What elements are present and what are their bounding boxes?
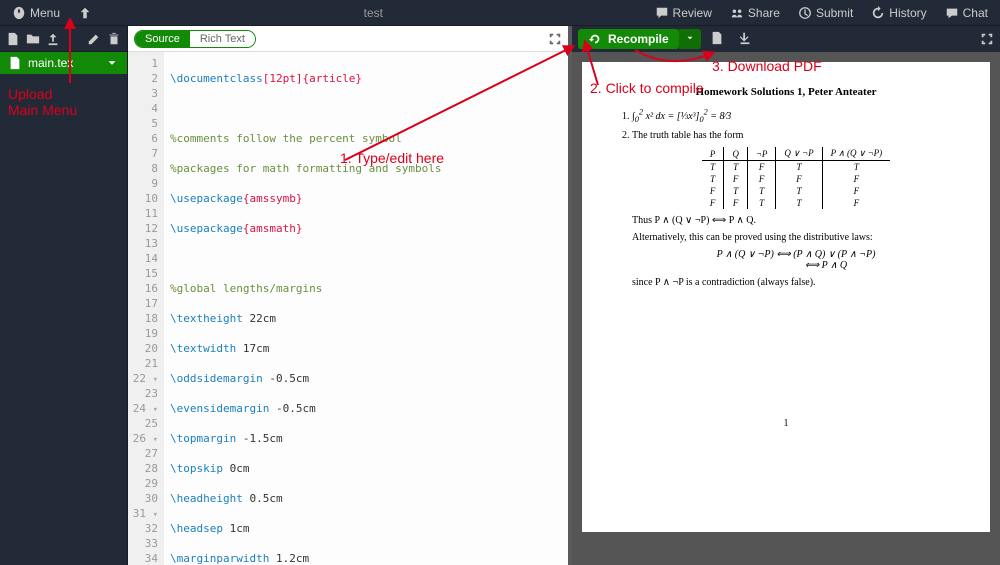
pdf-item-2: The truth table has the form PQ¬PQ ∨ ¬PP… [632,130,960,288]
new-file-icon[interactable] [6,32,20,46]
project-title: test [100,6,647,20]
page-number: 1 [612,418,960,429]
menu-label: Menu [30,6,60,20]
file-icon [8,56,22,70]
history-button[interactable]: History [863,3,934,23]
top-bar: Menu test Review Share Submit History Ch… [0,0,1000,26]
file-main-tex[interactable]: main.tex [0,52,127,74]
logs-button[interactable] [705,28,729,51]
review-icon [655,6,669,20]
pdf-viewer[interactable]: Homework Solutions 1, Peter Anteater ∫02… [572,52,1000,565]
line-gutter: 12345678910111213141516171819202122 ▾232… [128,52,164,565]
code-editor[interactable]: 12345678910111213141516171819202122 ▾232… [128,52,568,565]
chat-button[interactable]: Chat [937,3,996,23]
pdf-page: Homework Solutions 1, Peter Anteater ∫02… [582,62,990,532]
code-content[interactable]: \documentclass[12pt]{article} %comments … [164,52,568,565]
recompile-label: Recompile [608,32,669,46]
review-button[interactable]: Review [647,3,720,23]
refresh-icon [588,32,602,46]
share-button[interactable]: Share [722,3,788,23]
download-pdf-button[interactable] [733,28,757,51]
submit-icon [798,6,812,20]
source-tab[interactable]: Source [135,31,190,47]
editor-mode-toggle[interactable]: Source Rich Text [134,30,256,48]
preview-toolbar: Recompile [572,26,1000,52]
pdf-title: Homework Solutions 1, Peter Anteater [612,86,960,98]
up-button[interactable] [70,3,100,23]
history-icon [871,6,885,20]
rich-text-tab[interactable]: Rich Text [190,31,255,47]
file-sidebar: main.tex [0,26,128,565]
delete-icon[interactable] [107,32,121,46]
rename-icon[interactable] [87,32,101,46]
new-folder-icon[interactable] [26,32,40,46]
menu-button[interactable]: Menu [4,3,68,23]
recompile-button[interactable]: Recompile [578,29,679,49]
editor-panel: Source Rich Text 12345678910111213141516… [128,26,568,565]
recompile-dropdown[interactable] [679,29,701,49]
upload-icon[interactable] [46,32,60,46]
file-name: main.tex [28,56,73,70]
submit-button[interactable]: Submit [790,3,861,23]
truth-table: PQ¬PQ ∨ ¬PP ∧ (Q ∨ ¬P) TTFTT TFFFF FTTTF… [702,147,890,209]
pdf-item-1: ∫02 x² dx = [⅓x³]02 = 8⁄3 [632,108,960,124]
sidebar-tools [0,26,127,52]
pdf-fullscreen-icon[interactable] [980,32,994,46]
chat-icon [945,6,959,20]
arrow-up-icon [78,6,92,20]
fullscreen-icon[interactable] [548,32,562,46]
editor-toolbar: Source Rich Text [128,26,568,52]
preview-panel: Recompile Homework Solutions 1, Peter An… [568,26,1000,565]
overleaf-icon [12,6,26,20]
share-icon [730,6,744,20]
chevron-down-icon[interactable] [105,56,119,70]
